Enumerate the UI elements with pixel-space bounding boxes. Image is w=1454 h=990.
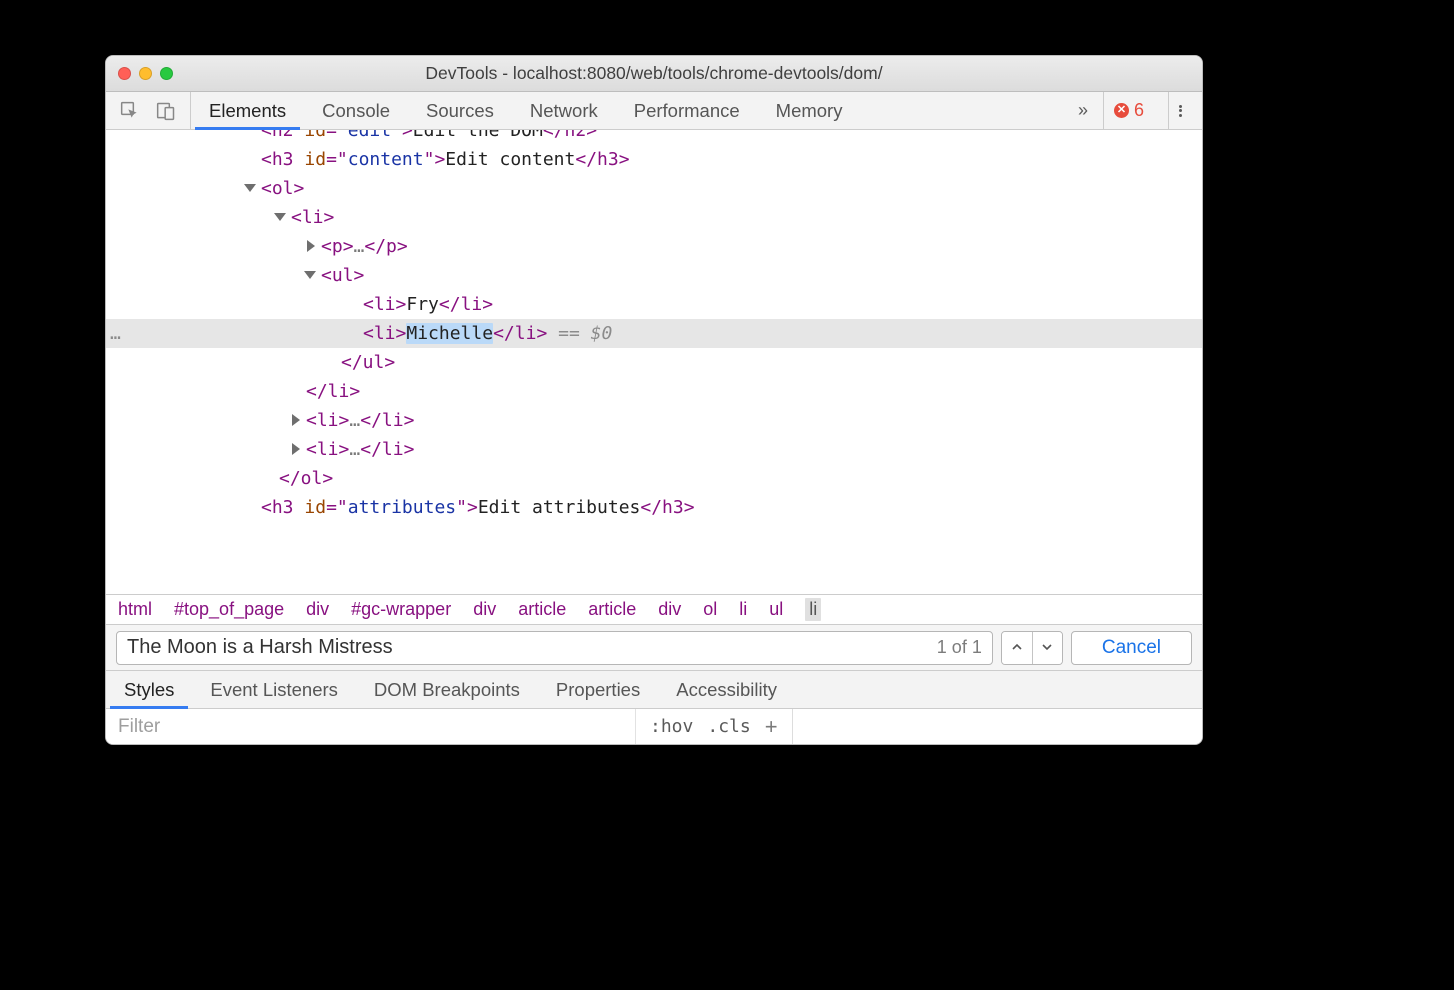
devtools-window: DevTools - localhost:8080/web/tools/chro… bbox=[105, 55, 1203, 745]
dom-node[interactable]: <h2 id="edit">Edit the DOM</h2> bbox=[106, 130, 1202, 145]
dom-node[interactable]: <h3 id="content">Edit content</h3> bbox=[106, 145, 1202, 174]
crumb-div[interactable]: div bbox=[473, 599, 496, 620]
search-input[interactable] bbox=[117, 632, 927, 664]
tab-sources[interactable]: Sources bbox=[408, 92, 512, 129]
search-nav bbox=[1001, 631, 1063, 665]
dom-tree-panel[interactable]: <h2 id="edit">Edit the DOM</h2> <h3 id="… bbox=[106, 130, 1202, 594]
crumb-ol[interactable]: ol bbox=[703, 599, 717, 620]
search-prev-button[interactable] bbox=[1002, 632, 1032, 664]
styles-buttons: :hov .cls + bbox=[636, 709, 792, 744]
traffic-lights bbox=[118, 67, 173, 80]
dom-node[interactable]: <ol> bbox=[106, 174, 1202, 203]
crumb-article[interactable]: article bbox=[588, 599, 636, 620]
toolbar-right: » ✕ 6 bbox=[1072, 92, 1202, 129]
device-toolbar-icon[interactable] bbox=[156, 101, 176, 121]
breadcrumb[interactable]: html #top_of_page div #gc-wrapper div ar… bbox=[106, 594, 1202, 624]
subtab-dom-breakpoints[interactable]: DOM Breakpoints bbox=[356, 671, 538, 708]
dom-node[interactable]: </ol> bbox=[106, 464, 1202, 493]
subtab-accessibility[interactable]: Accessibility bbox=[658, 671, 795, 708]
crumb-html[interactable]: html bbox=[118, 599, 152, 620]
styles-sidebar bbox=[793, 709, 1202, 744]
cancel-button[interactable]: Cancel bbox=[1071, 631, 1192, 665]
dom-node[interactable]: </li> bbox=[106, 377, 1202, 406]
expand-arrow-icon[interactable] bbox=[274, 213, 286, 221]
expand-arrow-icon[interactable] bbox=[292, 443, 300, 455]
subtab-properties[interactable]: Properties bbox=[538, 671, 658, 708]
main-toolbar: Elements Console Sources Network Perform… bbox=[106, 92, 1202, 130]
minimize-window-icon[interactable] bbox=[139, 67, 152, 80]
search-group: 1 of 1 bbox=[116, 631, 993, 665]
tab-console[interactable]: Console bbox=[304, 92, 408, 129]
crumb-top-of-page[interactable]: #top_of_page bbox=[174, 599, 284, 620]
expand-arrow-icon[interactable] bbox=[244, 184, 256, 192]
dom-node[interactable]: <p>…</p> bbox=[106, 232, 1202, 261]
error-icon: ✕ bbox=[1114, 103, 1129, 118]
crumb-gc-wrapper[interactable]: #gc-wrapper bbox=[351, 599, 451, 620]
search-result-count: 1 of 1 bbox=[927, 632, 992, 664]
error-indicator[interactable]: ✕ 6 bbox=[1103, 92, 1154, 129]
window-title: DevTools - localhost:8080/web/tools/chro… bbox=[106, 63, 1202, 84]
titlebar[interactable]: DevTools - localhost:8080/web/tools/chro… bbox=[106, 56, 1202, 92]
tab-network[interactable]: Network bbox=[512, 92, 616, 129]
dom-node[interactable]: <ul> bbox=[106, 261, 1202, 290]
dom-node[interactable]: <h3 id="attributes">Edit attributes</h3> bbox=[106, 493, 1202, 522]
styles-filter-input[interactable] bbox=[106, 709, 636, 744]
close-window-icon[interactable] bbox=[118, 67, 131, 80]
dom-node[interactable]: <li>Fry</li> bbox=[106, 290, 1202, 319]
search-next-button[interactable] bbox=[1032, 632, 1062, 664]
dom-node-selected[interactable]: <li>Michelle</li> == $0 bbox=[106, 319, 1202, 348]
styles-toolbar: :hov .cls + bbox=[106, 708, 1202, 744]
error-count: 6 bbox=[1134, 100, 1144, 121]
expand-arrow-icon[interactable] bbox=[292, 414, 300, 426]
crumb-li-selected[interactable]: li bbox=[805, 598, 821, 621]
crumb-div[interactable]: div bbox=[658, 599, 681, 620]
cls-button[interactable]: .cls bbox=[707, 716, 750, 737]
crumb-ul[interactable]: ul bbox=[769, 599, 783, 620]
crumb-li[interactable]: li bbox=[739, 599, 747, 620]
new-rule-icon[interactable]: + bbox=[765, 714, 778, 740]
tab-memory[interactable]: Memory bbox=[758, 92, 861, 129]
dom-node[interactable]: <li> bbox=[106, 203, 1202, 232]
subtab-event-listeners[interactable]: Event Listeners bbox=[192, 671, 356, 708]
dom-node[interactable]: </ul> bbox=[106, 348, 1202, 377]
panel-tabs: Elements Console Sources Network Perform… bbox=[191, 92, 1072, 129]
toolbar-left bbox=[106, 92, 191, 129]
crumb-article[interactable]: article bbox=[518, 599, 566, 620]
settings-menu-icon[interactable] bbox=[1168, 92, 1192, 129]
hov-button[interactable]: :hov bbox=[650, 716, 693, 737]
maximize-window-icon[interactable] bbox=[160, 67, 173, 80]
expand-arrow-icon[interactable] bbox=[304, 271, 316, 279]
search-bar: 1 of 1 Cancel bbox=[106, 624, 1202, 670]
crumb-div[interactable]: div bbox=[306, 599, 329, 620]
subtab-styles[interactable]: Styles bbox=[106, 671, 192, 708]
more-tabs-icon[interactable]: » bbox=[1072, 100, 1089, 121]
expand-arrow-icon[interactable] bbox=[307, 240, 315, 252]
dom-node[interactable]: <li>…</li> bbox=[106, 406, 1202, 435]
styles-subtabs: Styles Event Listeners DOM Breakpoints P… bbox=[106, 670, 1202, 708]
tab-elements[interactable]: Elements bbox=[191, 92, 304, 129]
tab-performance[interactable]: Performance bbox=[616, 92, 758, 129]
dom-node[interactable]: <li>…</li> bbox=[106, 435, 1202, 464]
inspect-element-icon[interactable] bbox=[120, 101, 140, 121]
